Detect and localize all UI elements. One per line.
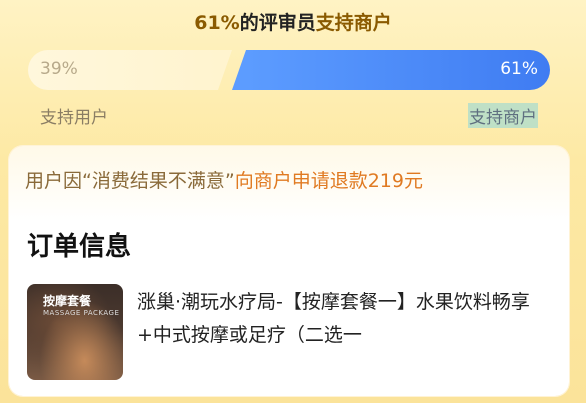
thumbnail-subtitle: MASSAGE PACKAGE	[43, 309, 120, 317]
verdict-tail-text: 支持商户	[315, 12, 392, 34]
merchant-support-percent: 61%	[500, 59, 538, 79]
refund-reason-prefix: 用户因“消费结果不满意”	[25, 170, 235, 192]
order-info-title: 订单信息	[27, 232, 132, 262]
legend-support-user: 支持用户	[40, 108, 108, 128]
verdict-header: 61%的评审员支持商户	[0, 8, 586, 35]
legend-support-merchant: 支持商户	[468, 103, 538, 128]
vote-progress-bar: 39% 61%	[28, 50, 550, 90]
product-thumbnail[interactable]: 按摩套餐 MASSAGE PACKAGE	[27, 284, 123, 380]
refund-reason: 用户因“消费结果不满意”向商户申请退款219元	[25, 166, 423, 193]
verdict-percent: 61%	[194, 12, 240, 34]
thumbnail-title: 按摩套餐	[43, 294, 92, 308]
product-name[interactable]: 涨巢·潮玩水疗局-【按摩套餐一】水果饮料畅享+中式按摩或足疗（二选一	[137, 286, 542, 352]
verdict-middle-text: 的评审员	[239, 12, 316, 34]
order-card: 用户因“消费结果不满意”向商户申请退款219元 订单信息 按摩套餐 MASSAG…	[9, 146, 569, 396]
user-support-percent: 39%	[40, 59, 78, 79]
refund-reason-amount: 向商户申请退款219元	[234, 170, 423, 192]
